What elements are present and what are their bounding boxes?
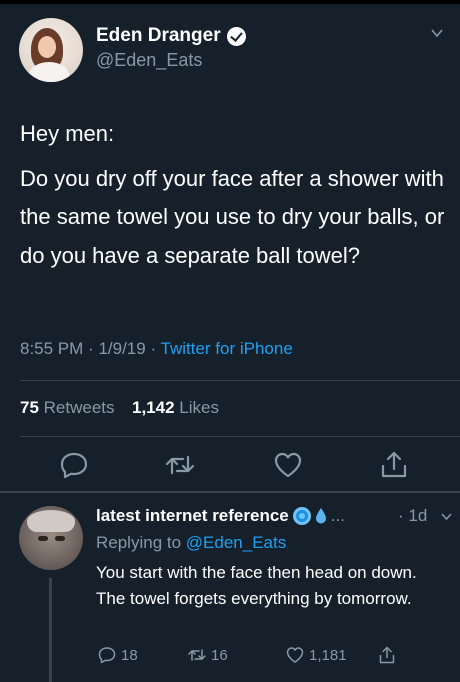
verified-badge-icon (226, 26, 246, 46)
reply-text: You start with the face then head on dow… (96, 563, 417, 608)
author-name-row[interactable]: Eden Dranger (96, 25, 246, 47)
reply-count: 18 (121, 646, 138, 664)
author-avatar[interactable] (19, 18, 83, 82)
section-separator (0, 491, 460, 493)
share-button[interactable] (378, 449, 410, 481)
retweet-icon (165, 455, 195, 475)
tweet-line: Do you dry off your face after a shower … (20, 165, 445, 268)
chevron-down-icon[interactable] (440, 510, 453, 523)
reply-author-avatar[interactable] (19, 506, 83, 570)
retweet-count: 16 (211, 646, 228, 664)
reply-share-button[interactable] (377, 645, 397, 665)
share-icon (381, 451, 407, 478)
name-truncation: ... (330, 506, 345, 525)
reply-author-name[interactable]: latest internet reference (96, 506, 289, 526)
like-button[interactable] (272, 449, 304, 481)
replying-to: Replying to @Eden_Eats (96, 533, 287, 552)
reply-button[interactable] (58, 449, 90, 481)
tweet-text: Hey men: Do you dry off your face after … (20, 115, 450, 275)
reply-like-button[interactable]: 1,181 (285, 645, 347, 665)
reply-action-bar: 18 16 1,181 (0, 645, 460, 669)
retweet-button[interactable] (164, 449, 196, 481)
reply-time[interactable]: · 1d (398, 506, 427, 526)
reply-icon (60, 452, 88, 479)
tweet-line: Hey men: (20, 121, 115, 146)
retweets-stat[interactable]: 75 Retweets (20, 398, 115, 417)
author-name[interactable]: Eden Dranger (96, 25, 221, 47)
reply-reply-button[interactable]: 18 (97, 645, 138, 665)
cyclone-emoji-icon (292, 507, 311, 525)
droplet-emoji-icon (315, 508, 326, 524)
share-icon (379, 646, 395, 664)
tweet-source[interactable]: Twitter for iPhone (161, 339, 293, 358)
tweet-action-bar (0, 449, 460, 483)
tweet-stats: 75 Retweets 1,142 Likes (20, 398, 219, 418)
retweet-icon (188, 649, 206, 661)
author-handle[interactable]: @Eden_Eats (96, 50, 202, 71)
heart-icon (286, 647, 304, 663)
top-strip (0, 0, 460, 4)
reply-retweet-button[interactable]: 16 (187, 645, 228, 665)
tweet-time[interactable]: 8:55 PM (20, 339, 83, 358)
reply-author-row[interactable]: latest internet reference ... (96, 506, 345, 526)
heart-icon (274, 452, 302, 478)
tweet-date[interactable]: 1/9/19 (98, 339, 145, 358)
chevron-down-icon[interactable] (430, 26, 444, 40)
reply-icon (98, 647, 116, 664)
like-count: 1,181 (309, 646, 347, 664)
replying-to-handle[interactable]: @Eden_Eats (186, 533, 286, 552)
divider (20, 380, 460, 381)
divider (20, 436, 460, 437)
likes-stat[interactable]: 1,142 Likes (132, 398, 219, 417)
tweet-meta: 8:55 PM · 1/9/19 · Twitter for iPhone (20, 339, 293, 358)
